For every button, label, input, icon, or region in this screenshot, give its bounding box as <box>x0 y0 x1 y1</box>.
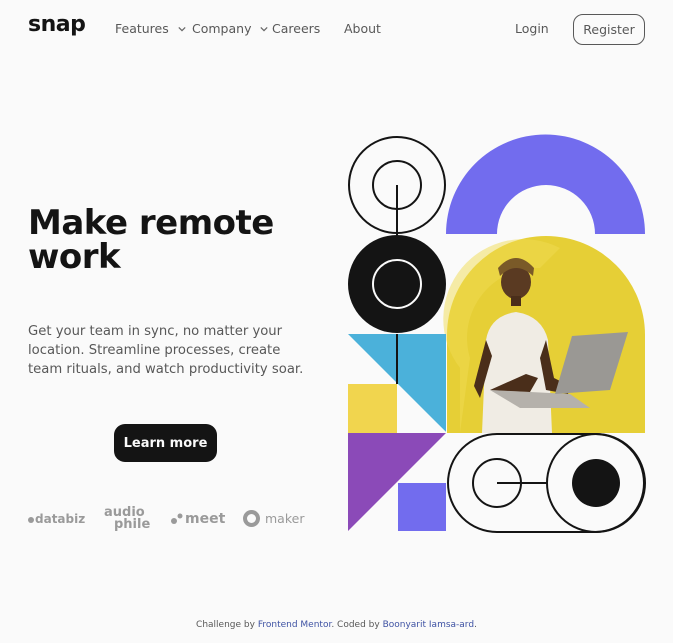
audiophile-logo: audio phile <box>104 505 156 532</box>
learn-more-button[interactable]: Learn more <box>114 424 217 462</box>
nav-company-label: Company <box>192 21 252 36</box>
footer-attribution: Challenge by Frontend Mentor. Coded by B… <box>0 620 673 630</box>
footer-suffix: . <box>474 620 477 630</box>
outline-circle-shape <box>348 136 446 236</box>
hero-title-line2: work <box>28 237 121 277</box>
nav-features[interactable]: Features <box>115 21 186 36</box>
meet-label: meet <box>185 511 226 527</box>
databiz-logo: databiz <box>28 512 85 526</box>
nav-careers-label: Careers <box>272 21 321 36</box>
meet-dots-icon <box>171 513 185 525</box>
databiz-label: databiz <box>35 512 86 526</box>
snap-logo[interactable]: snap <box>28 12 86 37</box>
maker-label: maker <box>265 511 305 526</box>
purple-square-shape <box>398 483 446 531</box>
nav-company[interactable]: Company <box>192 21 269 36</box>
purple-arch-shape <box>446 134 645 234</box>
login-link[interactable]: Login <box>515 21 549 36</box>
chevron-down-icon <box>260 26 269 31</box>
frontend-mentor-link[interactable]: Frontend Mentor <box>258 620 332 630</box>
footer-middle: . Coded by <box>331 620 380 630</box>
databiz-dot-icon <box>28 516 34 523</box>
chevron-down-icon <box>178 26 186 31</box>
person-photo <box>443 236 645 433</box>
meet-logo: meet <box>171 511 225 527</box>
audiophile-label: audio phile <box>104 505 151 532</box>
footer-prefix: Challenge by <box>196 620 255 630</box>
maker-circle-icon <box>243 510 260 527</box>
hero-illustration <box>348 134 646 533</box>
nav-about[interactable]: About <box>344 21 381 36</box>
hero-description: Get your team in sync, no matter your lo… <box>28 324 304 377</box>
hero-title: Make remote work <box>28 206 328 274</box>
pill-circles-shape <box>447 433 646 533</box>
nav-careers[interactable]: Careers <box>272 21 320 36</box>
nav-features-label: Features <box>115 21 169 36</box>
black-circle-shape <box>348 235 446 333</box>
maker-logo: maker <box>243 510 304 527</box>
register-button[interactable]: Register <box>573 14 645 45</box>
nav-about-label: About <box>344 21 381 36</box>
author-link[interactable]: Boonyarit Iamsa-ard <box>383 620 474 630</box>
